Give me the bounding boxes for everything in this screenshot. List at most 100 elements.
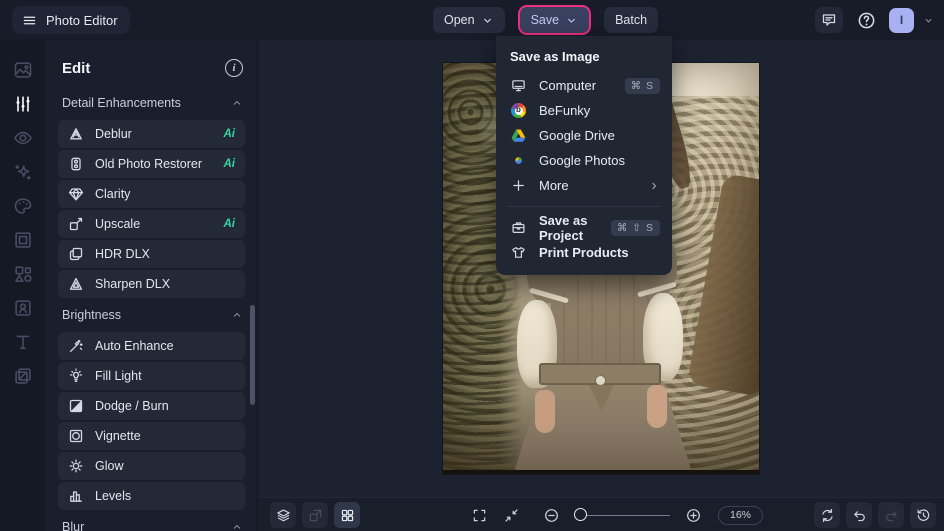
tool-label: Dodge / Burn: [95, 399, 169, 413]
chevron-down-icon: [483, 18, 491, 23]
fullscreen-button[interactable]: [466, 502, 492, 528]
info-icon[interactable]: i: [225, 59, 243, 77]
section-title: Blur: [62, 520, 85, 531]
tool-levels[interactable]: Levels: [58, 482, 245, 510]
save-menu: Save as Image Computer ⌘ S b BeFunky Google …: [496, 36, 672, 275]
wand-icon: [69, 339, 83, 353]
menu-item-label: Google Drive: [539, 128, 615, 143]
redo-button[interactable]: [878, 502, 904, 528]
chevron-down-icon: [568, 18, 575, 23]
account-chevron-icon[interactable]: [923, 15, 934, 26]
tool-label: HDR DLX: [95, 247, 150, 261]
layers-button[interactable]: [270, 502, 296, 528]
tool-label: Glow: [95, 459, 124, 473]
tool-label: Levels: [95, 489, 132, 503]
tool-sharpen-dlx[interactable]: Sharpen DLX: [58, 270, 245, 298]
rail-item-image-manager[interactable]: [0, 53, 46, 87]
tool-hdr-dlx[interactable]: HDR DLX: [58, 240, 245, 268]
tshirt-icon: [512, 247, 525, 258]
file-actions: Open Save Batch: [433, 7, 659, 33]
menu-item-save-as-project[interactable]: Save as Project ⌘ ⇧ S: [496, 213, 672, 243]
history-button[interactable]: [910, 502, 936, 528]
section-header-detail-enhancements[interactable]: Detail Enhancements: [62, 94, 243, 112]
fullscreen-icon: [473, 509, 485, 521]
tool-auto-enhance[interactable]: Auto Enhance: [58, 332, 245, 360]
tool-label: Deblur: [95, 127, 132, 141]
chevron-up-icon: [233, 101, 241, 105]
levels-icon: [70, 491, 82, 502]
menu-item-google-photos[interactable]: Google Photos: [496, 148, 672, 173]
undo-button[interactable]: [846, 502, 872, 528]
feedback-button[interactable]: [815, 7, 843, 33]
rail-item-textures[interactable]: [0, 359, 46, 393]
menu-item-google-drive[interactable]: Google Drive: [496, 123, 672, 148]
menu-item-print-products[interactable]: Print Products: [496, 240, 672, 265]
resize-button[interactable]: [302, 502, 328, 528]
rail-item-edit[interactable]: [0, 87, 46, 121]
tool-label: Clarity: [95, 187, 131, 201]
section-header-blur[interactable]: Blur: [62, 518, 243, 531]
section-header-brightness[interactable]: Brightness: [62, 306, 243, 324]
tool-upscale[interactable]: Upscale Ai: [58, 210, 245, 238]
zoom-in-button[interactable]: [680, 502, 706, 528]
befunky-logo-icon: b: [511, 103, 526, 118]
tool-vignette[interactable]: Vignette: [58, 422, 245, 450]
tool-clarity[interactable]: Clarity: [58, 180, 245, 208]
open-button[interactable]: Open: [433, 7, 505, 33]
tool-deblur[interactable]: Deblur Ai: [58, 120, 245, 148]
menu-divider: [508, 206, 660, 207]
photo-editor-app: Photo Editor Open Save Batch I Edit i De…: [0, 0, 944, 531]
section-title: Brightness: [62, 308, 122, 322]
app-title: Photo Editor: [46, 12, 118, 28]
zoom-level-badge[interactable]: 16%: [718, 505, 764, 525]
grid-view-button[interactable]: [334, 502, 360, 528]
help-button[interactable]: [852, 7, 880, 33]
text-icon: [16, 335, 30, 350]
tool-label: Old Photo Restorer: [95, 157, 202, 171]
shortcut-badge: ⌘ S: [624, 77, 660, 94]
zoom-slider[interactable]: [574, 502, 670, 528]
minus-circle-icon: [544, 508, 558, 522]
palette-icon: [14, 198, 32, 214]
reset-button[interactable]: [814, 502, 840, 528]
tool-dodge-burn[interactable]: Dodge / Burn: [58, 392, 245, 420]
sparkles-icon: [15, 164, 31, 180]
rail-item-frames[interactable]: [0, 223, 46, 257]
texture-icon: [15, 368, 31, 384]
batch-button[interactable]: Batch: [604, 7, 659, 33]
tool-label: Vignette: [95, 429, 141, 443]
eye-icon: [14, 131, 32, 145]
menu-item-more[interactable]: More: [496, 173, 672, 198]
avatar[interactable]: I: [889, 7, 914, 33]
ai-badge: Ai: [223, 158, 236, 170]
tool-old-photo-restorer[interactable]: Old Photo Restorer Ai: [58, 150, 245, 178]
fit-screen-button[interactable]: [498, 502, 524, 528]
hdr-icon: [69, 247, 83, 261]
rail-item-graphics[interactable]: [0, 257, 46, 291]
computer-icon: [512, 80, 525, 92]
zoom-out-button[interactable]: [538, 502, 564, 528]
tool-glow[interactable]: Glow: [58, 452, 245, 480]
resize-icon: [309, 509, 321, 521]
menu-item-befunky[interactable]: b BeFunky: [496, 98, 672, 123]
edit-panel: Edit i Detail Enhancements Deblur Ai Old Ph…: [46, 40, 258, 531]
rail-item-touch-up[interactable]: [0, 121, 46, 155]
rail-item-effects[interactable]: [0, 155, 46, 189]
rail-item-text[interactable]: [0, 325, 46, 359]
app-menu-button[interactable]: Photo Editor: [12, 6, 130, 34]
panel-scrollbar[interactable]: [250, 305, 255, 405]
zoom-slider-handle[interactable]: [574, 508, 587, 521]
rail-item-overlays[interactable]: [0, 291, 46, 325]
tool-fill-light[interactable]: Fill Light: [58, 362, 245, 390]
menu-item-label: BeFunky: [539, 103, 591, 118]
plus-icon: [513, 180, 524, 191]
shapes-icon: [15, 266, 32, 283]
tool-rail: [0, 40, 46, 531]
save-button[interactable]: Save: [519, 7, 590, 33]
menu-item-computer[interactable]: Computer ⌘ S: [496, 73, 672, 98]
undo-icon: [853, 510, 865, 521]
tool-label: Sharpen DLX: [95, 277, 171, 291]
google-photos-icon: [515, 157, 522, 164]
menu-item-label: More: [539, 178, 569, 193]
rail-item-artsy[interactable]: [0, 189, 46, 223]
